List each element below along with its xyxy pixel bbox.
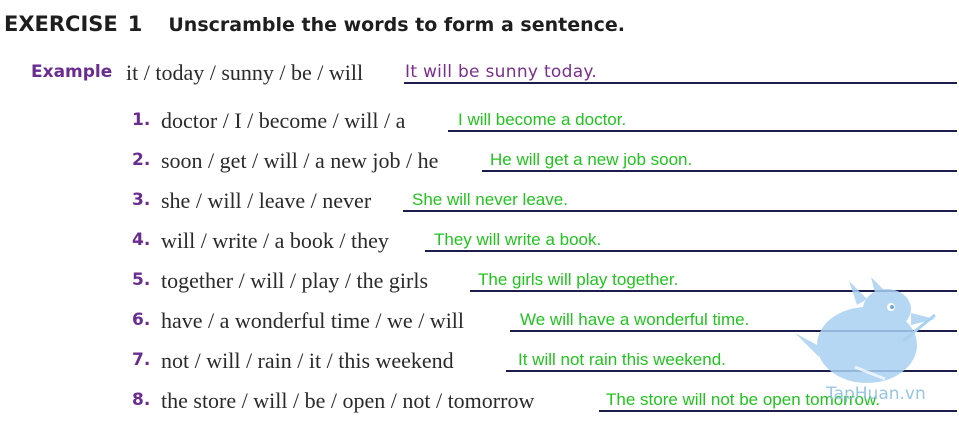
item-number: 3.: [132, 190, 151, 210]
exercise-word: EXERCISE: [4, 12, 118, 36]
answer-line: [482, 170, 957, 172]
item-number: 7.: [132, 350, 151, 370]
item-answer: They will write a book.: [434, 230, 602, 249]
list-item: 4. will / write / a book / they They wil…: [0, 228, 959, 270]
item-prompt: not / will / rain / it / this weekend: [161, 348, 454, 373]
answer-line: [425, 250, 957, 252]
list-item: 2. soon / get / will / a new job / he He…: [0, 148, 959, 190]
item-answer: The girls will play together.: [478, 270, 679, 289]
item-prompt: she / will / leave / never: [161, 188, 372, 213]
answer-line: [403, 210, 957, 212]
list-item: 3. she / will / leave / never She will n…: [0, 188, 959, 230]
exercise-instruction: Unscramble the words to form a sentence.: [168, 14, 625, 36]
item-answer: He will get a new job soon.: [490, 150, 693, 169]
item-prompt: doctor / I / become / will / a: [161, 108, 406, 133]
exercise-number: 1: [127, 12, 143, 36]
example-answer: It will be sunny today.: [405, 62, 598, 82]
item-number: 2.: [132, 150, 151, 170]
list-item: 1. doctor / I / become / will / a I will…: [0, 108, 959, 150]
item-number: 8.: [132, 390, 151, 410]
example-label: Example: [31, 62, 113, 82]
example-answer-line: [404, 82, 957, 84]
item-answer: She will never leave.: [412, 190, 568, 209]
item-prompt: soon / get / will / a new job / he: [161, 148, 439, 173]
item-prompt: together / will / play / the girls: [161, 268, 429, 293]
item-number: 1.: [132, 110, 151, 130]
watermark-text: TapHuan.vn: [826, 384, 926, 404]
item-answer: I will become a doctor.: [458, 110, 627, 129]
list-item: 8. the store / will / be / open / not / …: [0, 388, 959, 430]
item-number: 6.: [132, 310, 151, 330]
item-number: 5.: [132, 270, 151, 290]
item-answer: It will not rain this weekend.: [518, 350, 726, 369]
item-prompt: will / write / a book / they: [161, 228, 389, 253]
item-number: 4.: [132, 230, 151, 250]
answer-line: [448, 130, 957, 132]
answer-line: [599, 410, 957, 412]
item-prompt: the store / will / be / open / not / tom…: [161, 388, 535, 413]
exercise-title: EXERCISE 1 Unscramble the words to form a …: [4, 12, 625, 36]
example-prompt: it / today / sunny / be / will: [126, 60, 364, 85]
example-row: Example it / today / sunny / be / will I…: [0, 60, 959, 102]
item-answer: We will have a wonderful time.: [520, 310, 750, 329]
item-prompt: have / a wonderful time / we / will: [161, 308, 465, 333]
